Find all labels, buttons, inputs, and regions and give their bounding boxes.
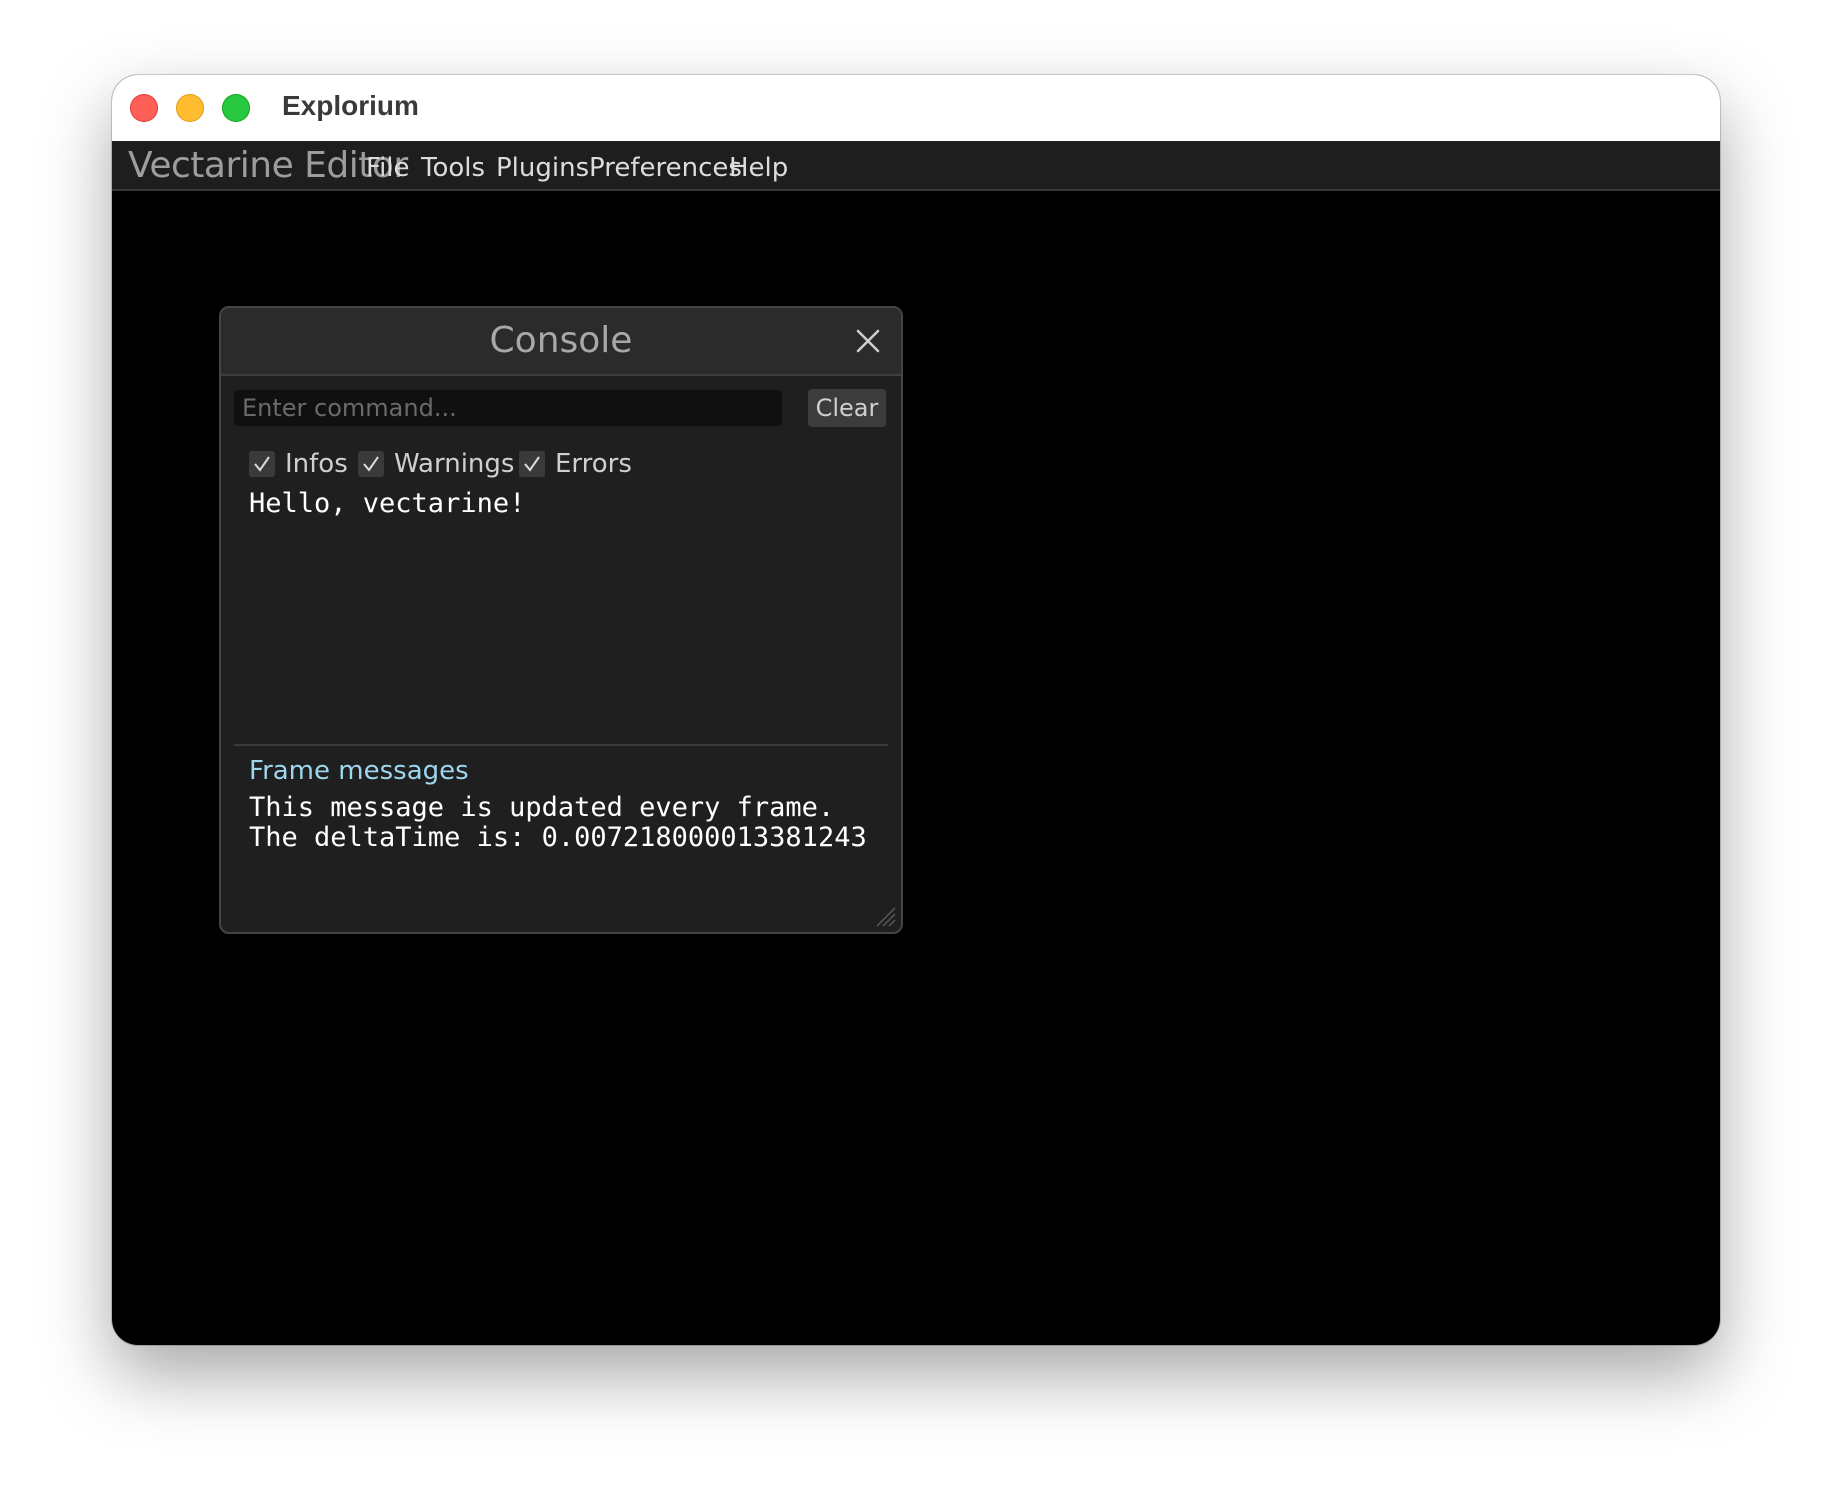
menu-bar: Vectarine Editor File Tools Plugins Pref… (112, 141, 1720, 191)
checkmark-icon (254, 456, 270, 472)
infos-label: Infos (285, 449, 348, 479)
clear-button[interactable]: Clear (808, 389, 886, 427)
log-line: Hello, vectarine! (249, 488, 526, 519)
title-bar[interactable]: Explorium (112, 75, 1720, 142)
resize-grip-icon[interactable] (871, 902, 897, 928)
menu-help[interactable]: Help (729, 153, 788, 183)
menu-preferences[interactable]: Preferences (589, 153, 742, 183)
command-input[interactable] (234, 390, 782, 426)
console-header[interactable]: Console (221, 308, 901, 376)
close-window-button[interactable] (130, 94, 158, 122)
menu-file[interactable]: File (366, 153, 410, 183)
warnings-checkbox[interactable] (358, 451, 384, 477)
minimize-window-button[interactable] (176, 94, 204, 122)
window-title: Explorium (282, 90, 419, 121)
frame-message-line: This message is updated every frame. (249, 792, 835, 823)
warnings-label: Warnings (394, 449, 515, 479)
menu-plugins[interactable]: Plugins (496, 153, 589, 183)
close-icon[interactable] (853, 326, 883, 356)
menu-tools[interactable]: Tools (421, 153, 485, 183)
errors-label: Errors (555, 449, 632, 479)
frame-message-line: The deltaTime is: 0.007218000013381243 (249, 822, 867, 853)
console-panel: Console Clear Infos Warnings (219, 306, 903, 934)
divider (234, 744, 888, 746)
frame-messages-header: Frame messages (249, 756, 469, 786)
infos-checkbox[interactable] (249, 451, 275, 477)
console-title: Console (489, 320, 633, 361)
checkmark-icon (363, 456, 379, 472)
zoom-window-button[interactable] (222, 94, 250, 122)
checkmark-icon (524, 456, 540, 472)
errors-checkbox[interactable] (519, 451, 545, 477)
app-window: Explorium Vectarine Editor File Tools Pl… (112, 75, 1720, 1345)
